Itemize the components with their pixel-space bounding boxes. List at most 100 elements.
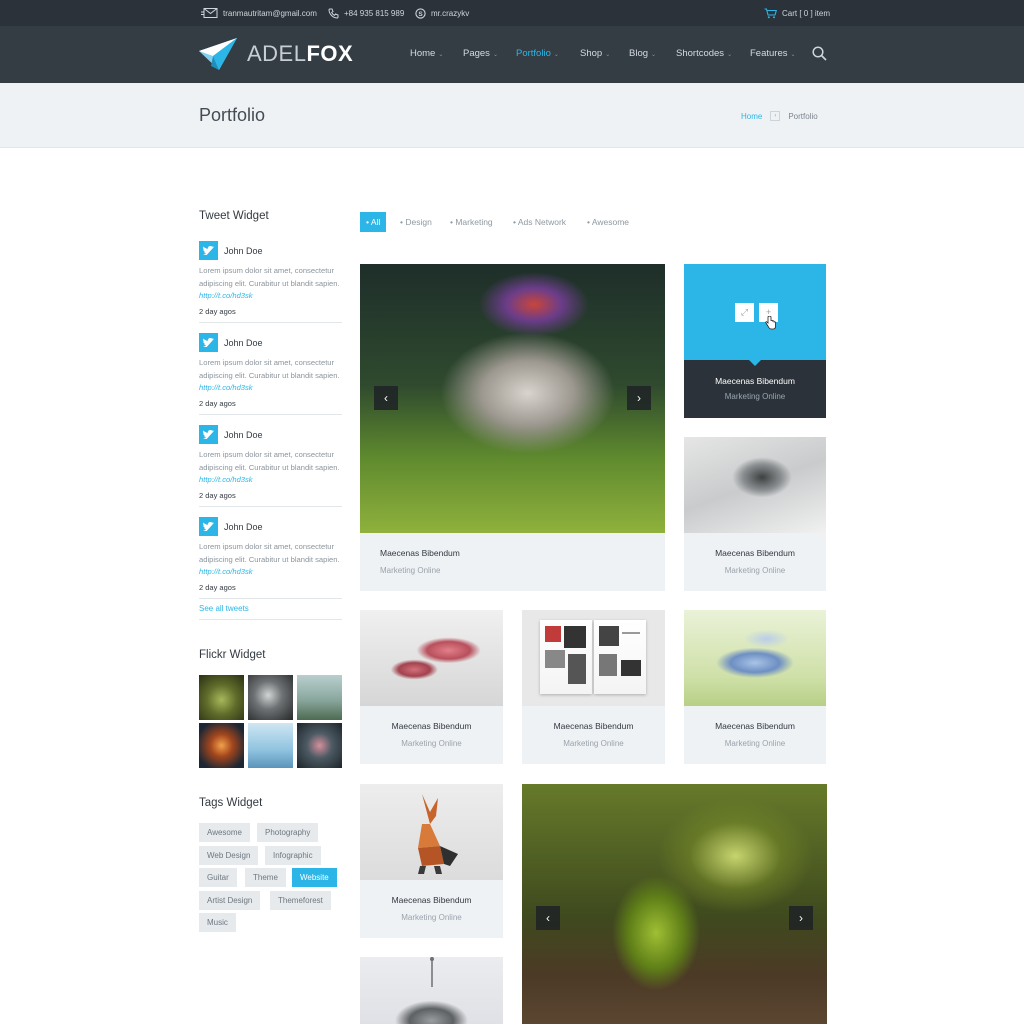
- portfolio-image-brochure: [522, 610, 665, 706]
- tweet-author[interactable]: John Doe: [224, 522, 263, 532]
- chevron-right-icon[interactable]: ›: [789, 906, 813, 930]
- tweet-time: 2 day agos: [199, 582, 236, 592]
- cart-link[interactable]: Cart [ 0 ] item: [764, 0, 830, 26]
- tags-widget-title: Tags Widget: [199, 797, 263, 809]
- divider: [199, 322, 342, 323]
- chevron-down-icon: ⌄: [605, 52, 611, 58]
- portfolio-item-shoe[interactable]: ‹ › Maecenas Bibendum Marketing Online: [360, 264, 665, 591]
- tweet-author[interactable]: John Doe: [224, 246, 263, 256]
- tweet-link[interactable]: http://t.co/hd3sk: [199, 291, 253, 300]
- expand-icon[interactable]: ⤢: [735, 303, 754, 322]
- nav-pages[interactable]: Pages ⌄: [463, 48, 498, 59]
- nav-portfolio[interactable]: Portfolio ⌄: [516, 48, 559, 59]
- portfolio-image-usb: [360, 610, 503, 706]
- tag-photography[interactable]: Photography: [257, 823, 319, 842]
- flickr-photo-flying-girl[interactable]: [297, 675, 342, 720]
- portfolio-category: Marketing Online: [724, 566, 786, 575]
- portfolio-item-hover[interactable]: ⤢ + Maecenas Bibendum Marketing Online: [684, 264, 826, 418]
- portfolio-caption: Maecenas Bibendum Marketing Online: [360, 721, 503, 748]
- portfolio-category: Marketing Online: [401, 913, 462, 922]
- twitter-icon: [199, 333, 218, 352]
- twitter-icon: [199, 241, 218, 260]
- portfolio-title[interactable]: Maecenas Bibendum: [522, 721, 665, 731]
- portfolio-category: Marketing Online: [724, 392, 786, 401]
- breadcrumb: Home › Portfolio: [741, 111, 818, 121]
- portfolio-category: Marketing Online: [401, 739, 462, 748]
- divider: [199, 506, 342, 507]
- tag-guitar[interactable]: Guitar: [199, 868, 237, 887]
- breadcrumb-home[interactable]: Home: [741, 112, 762, 121]
- tweet-text: Lorem ipsum dolor sit amet, consectetur …: [199, 266, 340, 300]
- portfolio-category: Marketing Online: [724, 739, 786, 748]
- tweet-link[interactable]: http://t.co/hd3sk: [199, 567, 253, 576]
- portfolio-title[interactable]: Maecenas Bibendum: [380, 548, 665, 558]
- flickr-photo-flower[interactable]: [297, 723, 342, 768]
- portfolio-item-robot[interactable]: [360, 957, 503, 1024]
- flickr-photo-balloon[interactable]: [248, 723, 293, 768]
- portfolio-title[interactable]: Maecenas Bibendum: [360, 721, 503, 731]
- contact-phone[interactable]: +84 935 815 989: [328, 0, 404, 26]
- site-logo[interactable]: ADELFOX: [199, 37, 353, 71]
- portfolio-caption: Maecenas Bibendum Marketing Online: [522, 721, 665, 748]
- paper-plane-logo-icon: [199, 38, 237, 70]
- chevron-left-icon[interactable]: ‹: [374, 386, 398, 410]
- tweet-author[interactable]: John Doe: [224, 430, 263, 440]
- portfolio-title[interactable]: Maecenas Bibendum: [684, 376, 826, 386]
- contact-email[interactable]: tranmautritam@gmail.com: [201, 0, 317, 26]
- chevron-left-icon[interactable]: ‹: [536, 906, 560, 930]
- tag-artist-design[interactable]: Artist Design: [199, 891, 261, 910]
- tweet-item: John Doe Lorem ipsum dolor sit amet, con…: [199, 333, 342, 408]
- flickr-photo-sprout[interactable]: [199, 675, 244, 720]
- flickr-photo-lantern[interactable]: [199, 723, 244, 768]
- portfolio-category: Marketing Online: [380, 566, 441, 575]
- portfolio-image-fox: [360, 784, 503, 880]
- chevron-down-icon: ⌄: [790, 52, 796, 58]
- tag-music[interactable]: Music: [199, 913, 236, 932]
- portfolio-title[interactable]: Maecenas Bibendum: [360, 895, 503, 905]
- filter-awesome[interactable]: • Awesome: [587, 212, 629, 232]
- see-all-tweets-link[interactable]: See all tweets: [199, 604, 249, 613]
- chevron-right-icon[interactable]: ›: [627, 386, 651, 410]
- filter-marketing[interactable]: • Marketing: [450, 212, 493, 232]
- chevron-down-icon: ⌄: [553, 52, 559, 58]
- tweet-item: John Doe Lorem ipsum dolor sit amet, con…: [199, 425, 342, 500]
- tag-website[interactable]: Website: [292, 868, 337, 887]
- nav-shortcodes[interactable]: Shortcodes ⌄: [676, 48, 732, 59]
- search-icon[interactable]: [812, 46, 827, 61]
- portfolio-image-robot: [360, 957, 503, 1024]
- main-header: ADELFOX Home ⌄ Pages ⌄ Portfolio ⌄ Shop ⌄ Bl…: [0, 26, 1024, 83]
- chevron-down-icon: ⌄: [438, 52, 444, 58]
- tweet-link[interactable]: http://t.co/hd3sk: [199, 383, 253, 392]
- portfolio-item-fox[interactable]: Maecenas Bibendum Marketing Online: [360, 784, 503, 938]
- divider: [199, 414, 342, 415]
- portfolio-item-usb[interactable]: Maecenas Bibendum Marketing Online: [360, 610, 503, 764]
- filter-all[interactable]: • All: [360, 212, 387, 232]
- nav-home[interactable]: Home ⌄: [410, 48, 443, 59]
- portfolio-title[interactable]: Maecenas Bibendum: [684, 548, 826, 558]
- filter-design[interactable]: • Design: [400, 212, 432, 232]
- tweet-author[interactable]: John Doe: [224, 338, 263, 348]
- tweet-link[interactable]: http://t.co/hd3sk: [199, 475, 253, 484]
- svg-text:S: S: [418, 11, 423, 18]
- portfolio-item-fern[interactable]: ‹ ›: [522, 784, 827, 1024]
- twitter-icon: [199, 425, 218, 444]
- tag-theme[interactable]: Theme: [245, 868, 286, 887]
- portfolio-item-car[interactable]: Maecenas Bibendum Marketing Online: [684, 610, 826, 764]
- tag-awesome[interactable]: Awesome: [199, 823, 250, 842]
- nav-shop[interactable]: Shop ⌄: [580, 48, 610, 59]
- tweet-item: John Doe Lorem ipsum dolor sit amet, con…: [199, 517, 342, 592]
- nav-blog[interactable]: Blog ⌄: [629, 48, 656, 59]
- origami-fox-illustration: [418, 794, 458, 874]
- tag-themeforest[interactable]: Themeforest: [270, 891, 331, 910]
- tag-web-design[interactable]: Web Design: [199, 846, 259, 865]
- filter-ads-network[interactable]: • Ads Network: [513, 212, 566, 232]
- tag-infographic[interactable]: Infographic: [265, 846, 321, 865]
- contact-skype[interactable]: S mr.crazykv: [415, 0, 469, 26]
- twitter-icon: [199, 517, 218, 536]
- portfolio-item-magazine[interactable]: Maecenas Bibendum Marketing Online: [684, 437, 826, 591]
- nav-features[interactable]: Features ⌄: [750, 48, 796, 59]
- flickr-photo-mushroom[interactable]: [248, 675, 293, 720]
- portfolio-caption: Maecenas Bibendum Marketing Online: [360, 548, 665, 575]
- portfolio-item-brochure[interactable]: Maecenas Bibendum Marketing Online: [522, 610, 665, 764]
- portfolio-title[interactable]: Maecenas Bibendum: [684, 721, 826, 731]
